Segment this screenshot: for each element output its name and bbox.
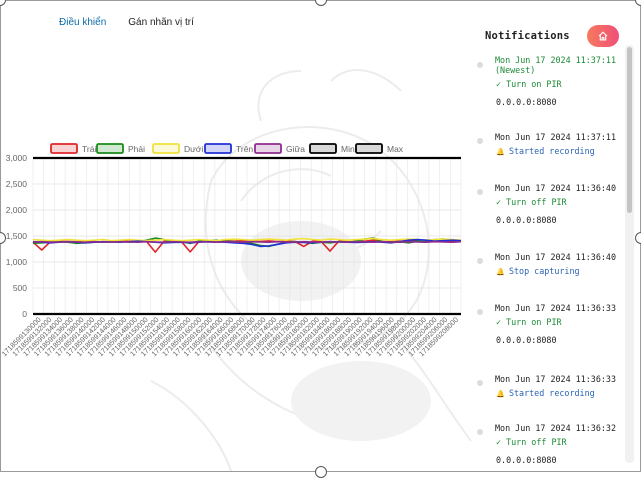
y-tick-label: 3,000 bbox=[6, 153, 28, 163]
timeline-dot bbox=[477, 258, 483, 264]
app-window: Điều khiển Gán nhãn vị trí 3,000 2,500 2,0… bbox=[0, 0, 641, 472]
notification-action-text: Started recording bbox=[508, 388, 595, 398]
legend-swatch bbox=[204, 143, 232, 154]
legend-swatch bbox=[355, 143, 383, 154]
notification-action: ✓ Turn on PIR bbox=[496, 317, 562, 327]
notification-address: 0.0.0.0:8080 bbox=[496, 215, 557, 225]
notification-timestamp: Mon Jun 17 2024 11:36:33 bbox=[495, 374, 617, 384]
timeline-dot bbox=[477, 138, 483, 144]
legend-label: Phải bbox=[128, 144, 145, 154]
check-icon: ✓ bbox=[496, 197, 507, 207]
check-icon: ✓ bbox=[496, 437, 507, 447]
legend-swatch bbox=[96, 143, 124, 154]
check-icon: ✓ bbox=[496, 317, 507, 327]
resize-handle-right[interactable] bbox=[635, 232, 641, 244]
legend-label: Giữa bbox=[286, 144, 305, 154]
check-icon: ✓ bbox=[496, 79, 507, 89]
tab-bar: Điều khiển Gán nhãn vị trí bbox=[59, 17, 194, 28]
legend-swatch bbox=[50, 143, 78, 154]
legend-swatch bbox=[152, 143, 180, 154]
y-tick-label: 1,500 bbox=[6, 231, 28, 241]
notification-timestamp: Mon Jun 17 2024 11:36:40 bbox=[495, 252, 617, 262]
notification-action-text: Turn on PIR bbox=[506, 79, 562, 89]
legend-label: Dưới bbox=[184, 144, 203, 154]
notification-action-text: Stop capturing bbox=[508, 266, 580, 276]
notification-timestamp: Mon Jun 17 2024 11:36:33 bbox=[495, 303, 617, 313]
tab-position-labeling[interactable]: Gán nhãn vị trí bbox=[128, 17, 194, 28]
notification-action: ✓ Turn on PIR bbox=[496, 79, 562, 89]
notification-address: 0.0.0.0:8080 bbox=[496, 97, 557, 107]
notification-action-text: Started recording bbox=[508, 146, 595, 156]
bell-icon: 🔔 bbox=[496, 390, 509, 398]
notification-action: 🔔 Stop capturing bbox=[496, 266, 580, 277]
timeline-dot bbox=[477, 189, 483, 195]
home-button[interactable] bbox=[587, 25, 619, 47]
y-tick-label: 0 bbox=[22, 309, 27, 319]
timeline-dot bbox=[477, 429, 483, 435]
notification-action-text: Turn on PIR bbox=[506, 317, 562, 327]
notification-address: 0.0.0.0:8080 bbox=[496, 455, 557, 465]
legend-label: Trái bbox=[82, 144, 96, 154]
home-icon bbox=[598, 31, 608, 41]
y-tick-label: 2,000 bbox=[6, 205, 28, 215]
notification-action: ✓ Turn off PIR bbox=[496, 197, 567, 207]
timeline-dot bbox=[477, 309, 483, 315]
y-tick-label: 500 bbox=[13, 283, 27, 293]
bell-icon: 🔔 bbox=[496, 148, 509, 156]
notification-timestamp: Mon Jun 17 2024 11:36:32 bbox=[495, 423, 617, 433]
series-line-giữa bbox=[32, 240, 462, 243]
notification-timestamp: Mon Jun 17 2024 11:36:40 bbox=[495, 183, 617, 193]
timeline-dot bbox=[477, 380, 483, 386]
notification-action: 🔔 Started recording bbox=[496, 146, 595, 157]
bell-icon: 🔔 bbox=[496, 268, 509, 276]
legend-label: Trên bbox=[236, 144, 253, 154]
notification-action-text: Turn off PIR bbox=[506, 197, 567, 207]
notification-timestamp: Mon Jun 17 2024 11:37:11 bbox=[495, 132, 617, 142]
y-tick-label: 1,000 bbox=[6, 257, 28, 267]
sensor-line-chart: 3,0002,5002,0001,5001,000500017185991300… bbox=[1, 143, 462, 358]
notifications-panel: Notifications Mon Jun 17 2024 11:37:11 (… bbox=[471, 19, 631, 471]
tab-control[interactable]: Điều khiển bbox=[59, 17, 106, 28]
legend-label: Min bbox=[341, 144, 355, 154]
notification-action-text: Turn off PIR bbox=[506, 437, 567, 447]
scrollbar-thumb[interactable] bbox=[627, 47, 632, 213]
timeline-dot bbox=[477, 62, 483, 68]
notification-address: 0.0.0.0:8080 bbox=[496, 335, 557, 345]
resize-handle-bottom-center[interactable] bbox=[315, 466, 327, 478]
notification-action: 🔔 Started recording bbox=[496, 388, 595, 399]
notifications-title: Notifications bbox=[485, 30, 570, 42]
legend-swatch bbox=[309, 143, 337, 154]
notification-action: ✓ Turn off PIR bbox=[496, 437, 567, 447]
y-tick-label: 2,500 bbox=[6, 179, 28, 189]
legend-label: Max bbox=[387, 144, 404, 154]
legend-swatch bbox=[254, 143, 282, 154]
notification-timestamp: Mon Jun 17 2024 11:37:11 (Newest) bbox=[495, 55, 617, 75]
